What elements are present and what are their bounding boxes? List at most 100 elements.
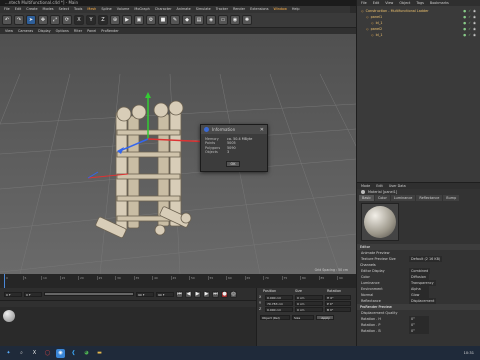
apply-button[interactable]: Apply (316, 314, 334, 320)
render-view-icon[interactable]: ▶ (122, 15, 132, 25)
vscode-icon[interactable]: ❰ (69, 349, 78, 358)
menu-item-select[interactable]: Select (59, 6, 69, 13)
menu-item-mesh[interactable]: Mesh (87, 6, 96, 13)
attribute-tabs: Basic Color Luminance Reflectance Bump (357, 195, 480, 201)
deformer-icon[interactable]: ◈ (206, 15, 216, 25)
position-field[interactable]: 0.000 cm (265, 294, 293, 300)
close-icon[interactable]: ✕ (260, 127, 264, 133)
goto-start-icon[interactable]: ⏮ (176, 290, 183, 298)
camera-icon[interactable]: ◉ (230, 15, 240, 25)
menu-item-render[interactable]: Render (233, 6, 245, 13)
tab-luminance[interactable]: Luminance (390, 195, 416, 201)
render-settings-icon[interactable]: ⚙ (146, 15, 156, 25)
object-menu-tags[interactable]: Tags (416, 0, 424, 6)
menu-item-tracker[interactable]: Tracker (216, 6, 228, 13)
start-icon[interactable]: ✦ (4, 349, 13, 358)
menu-item-help[interactable]: Help (292, 6, 300, 13)
light-icon[interactable]: ✺ (242, 15, 252, 25)
start-frame-field[interactable]: 0 F (4, 291, 22, 297)
visibility-icon[interactable]: ● (463, 32, 466, 38)
tab-reflectance[interactable]: Reflectance (416, 195, 443, 201)
x-app-icon[interactable]: X (30, 349, 39, 358)
redo-icon[interactable]: ↷ (14, 15, 24, 25)
menu-item-spline[interactable]: Spline (101, 6, 111, 13)
max-frame-field[interactable]: 90 F (136, 291, 154, 297)
object-row[interactable]: ◇ ld_1 ● ✓ ◉ (357, 32, 480, 38)
chrome-icon[interactable]: ◕ (82, 349, 91, 358)
play-icon[interactable]: ▶ (194, 290, 201, 298)
rotation-field[interactable]: H 0° (325, 294, 351, 300)
select-icon[interactable]: ➤ (26, 15, 36, 25)
object-menu-file[interactable]: File (361, 0, 367, 6)
pen-icon[interactable]: ✎ (170, 15, 180, 25)
move-icon[interactable]: ✥ (38, 15, 48, 25)
menu-item-animate[interactable]: Animate (177, 6, 191, 13)
next-key-icon[interactable]: ▶ (203, 290, 210, 298)
rotate-icon[interactable]: ⟳ (62, 15, 72, 25)
goto-end-icon[interactable]: ⏭ (212, 290, 219, 298)
autokey-icon[interactable]: ◎ (230, 290, 237, 298)
render-picture-icon[interactable]: ▣ (134, 15, 144, 25)
subdivision-icon[interactable]: ◆ (182, 15, 192, 25)
object-menu-object[interactable]: Object (399, 0, 410, 6)
size-mode-select[interactable]: Size (292, 314, 314, 320)
scale-icon[interactable]: ⤢ (50, 15, 60, 25)
tab-basic[interactable]: Basic (359, 195, 374, 201)
axis-x-button[interactable]: X (74, 15, 84, 25)
prev-key-icon[interactable]: ◀ (185, 290, 192, 298)
menu-item-create[interactable]: Create (26, 6, 37, 13)
object-menu-bookmarks[interactable]: Bookmarks (430, 0, 449, 6)
menu-item-mograph[interactable]: MoGraph (134, 6, 149, 13)
rotation-field[interactable]: B 0° (325, 306, 351, 312)
ok-button[interactable]: OK (226, 161, 240, 167)
size-field[interactable]: 0 cm (295, 294, 323, 300)
timeline-tick: 40 (152, 276, 158, 280)
menu-item-character[interactable]: Character (155, 6, 172, 13)
attribute-value[interactable]: 0° (409, 328, 429, 334)
viewport[interactable]: Grid Spacing : 50 cm (0, 34, 356, 274)
range-slider[interactable] (44, 292, 134, 296)
playhead[interactable] (4, 274, 5, 288)
position-field[interactable]: 0.000 cm (265, 306, 293, 312)
timeline[interactable]: 0 5 10 15 20 25 30 35 40 45 50 55 60 65 70 75 80 85 90 (0, 274, 356, 288)
undo-icon[interactable]: ↶ (2, 15, 12, 25)
end-frame-field[interactable]: 90 F (156, 291, 174, 297)
tab-color[interactable]: Color (374, 195, 390, 201)
size-field[interactable]: 0 cm (295, 306, 323, 312)
coord-mode-select[interactable]: Object (Rel) (260, 314, 290, 320)
position-field[interactable]: 70.783 cm (265, 300, 293, 306)
object-menu-edit[interactable]: Edit (373, 0, 380, 6)
axis-y-button[interactable]: Y (86, 15, 96, 25)
array-icon[interactable]: ▤ (194, 15, 204, 25)
menu-item-file[interactable]: File (4, 6, 10, 13)
min-frame-field[interactable]: 0 F (24, 291, 42, 297)
menu-item-edit[interactable]: Edit (15, 6, 22, 13)
menu-item-volume[interactable]: Volume (117, 6, 130, 13)
timeline-tick: 75 (281, 276, 288, 280)
timeline-tick: 5 (22, 276, 27, 280)
coordinate-system-icon[interactable]: ⊕ (110, 15, 120, 25)
tab-bump[interactable]: Bump (443, 195, 460, 201)
attribute-manager: Mode Edit User Data Material [panel1] Basi… (356, 182, 480, 346)
object-menu-view[interactable]: View (385, 0, 393, 6)
attribute-value[interactable]: Displacement (409, 298, 437, 304)
attribute-value[interactable]: Default (2 16 KB) (409, 256, 443, 262)
axis-z-button[interactable]: Z (98, 15, 108, 25)
rotation-field[interactable]: P 0° (325, 300, 351, 306)
menu-item-tools[interactable]: Tools (74, 6, 82, 13)
material-tag-icon[interactable]: ◉ (473, 32, 476, 38)
menu-item-window[interactable]: Window (273, 6, 286, 13)
menu-item-extensions[interactable]: Extensions (250, 6, 268, 13)
floor-icon[interactable]: ▭ (218, 15, 228, 25)
cinema4d-icon[interactable]: ◉ (56, 348, 65, 358)
material-swatch[interactable] (3, 310, 15, 322)
cube-icon[interactable]: ■ (158, 15, 168, 25)
menu-item-modes[interactable]: Modes (43, 6, 54, 13)
folder-icon[interactable]: ▬ (95, 349, 104, 358)
record-icon[interactable]: ● (221, 290, 228, 298)
opera-icon[interactable]: ◯ (43, 349, 52, 358)
menu-item-simulate[interactable]: Simulate (196, 6, 211, 13)
size-field[interactable]: 0 cm (295, 300, 323, 306)
search-icon[interactable]: ⌕ (17, 349, 26, 358)
checkmark-icon[interactable]: ✓ (468, 32, 471, 38)
